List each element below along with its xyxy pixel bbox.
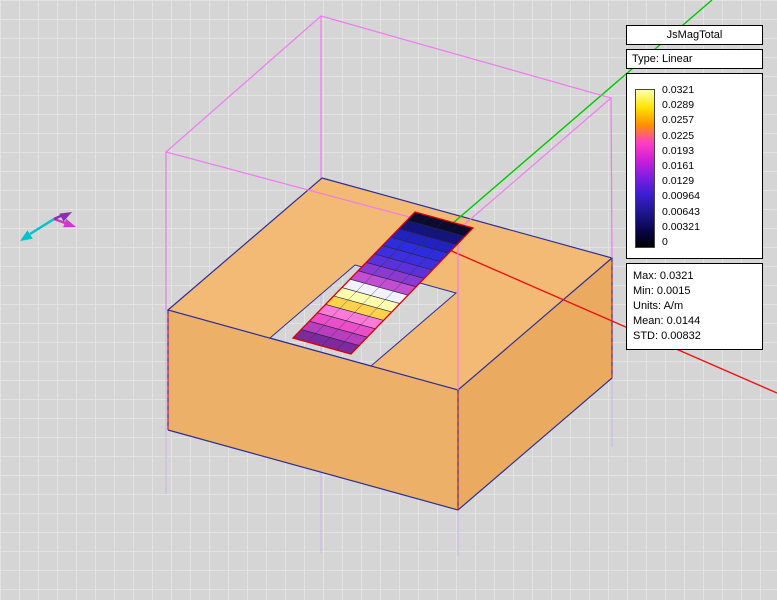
colorbar-tick: 0 [662,237,700,248]
legend-stats: Max: 0.0321Min: 0.0015Units: A/mMean: 0.… [626,263,763,350]
colorbar-gradient [635,89,655,248]
stat-line: Mean: 0.0144 [633,314,756,329]
triad-cyan-arrow [20,219,54,241]
colorbar-tick: 0.0161 [662,161,700,172]
colorbar-tick-labels: 0.0321 0.0289 0.0257 0.0225 0.0193 0.0161 0.01… [662,85,700,248]
legend-scale-type: Type: Linear [626,49,763,69]
stat-line: Min: 0.0015 [633,284,756,299]
substrate-object[interactable] [168,178,612,510]
colorbar-tick: 0.0193 [662,146,700,157]
colorbar-tick: 0.0321 [662,85,700,96]
stat-line: Max: 0.0321 [633,269,756,284]
field-plot-legend[interactable]: JsMagTotal Type: Linear 0.0321 0.0289 0.02… [626,25,763,350]
colorbar-tick: 0.0257 [662,115,700,126]
colorbar-tick: 0.0289 [662,100,700,111]
legend-colorbar: 0.0321 0.0289 0.0257 0.0225 0.0193 0.0161 0.01… [626,73,763,259]
colorbar-tick: 0.0225 [662,131,700,142]
legend-title: JsMagTotal [626,25,763,45]
triad-magenta-arrow [54,219,76,227]
colorbar-tick: 0.0129 [662,176,700,187]
colorbar-tick: 0.00643 [662,207,700,218]
colorbar-tick: 0.00964 [662,191,700,202]
stat-line: Units: A/m [633,299,756,314]
orientation-triad [20,212,76,241]
stat-line: STD: 0.00832 [633,329,756,344]
colorbar-tick: 0.00321 [662,222,700,233]
3d-modeler-viewport[interactable]: JsMagTotal Type: Linear 0.0321 0.0289 0.02… [0,0,777,600]
